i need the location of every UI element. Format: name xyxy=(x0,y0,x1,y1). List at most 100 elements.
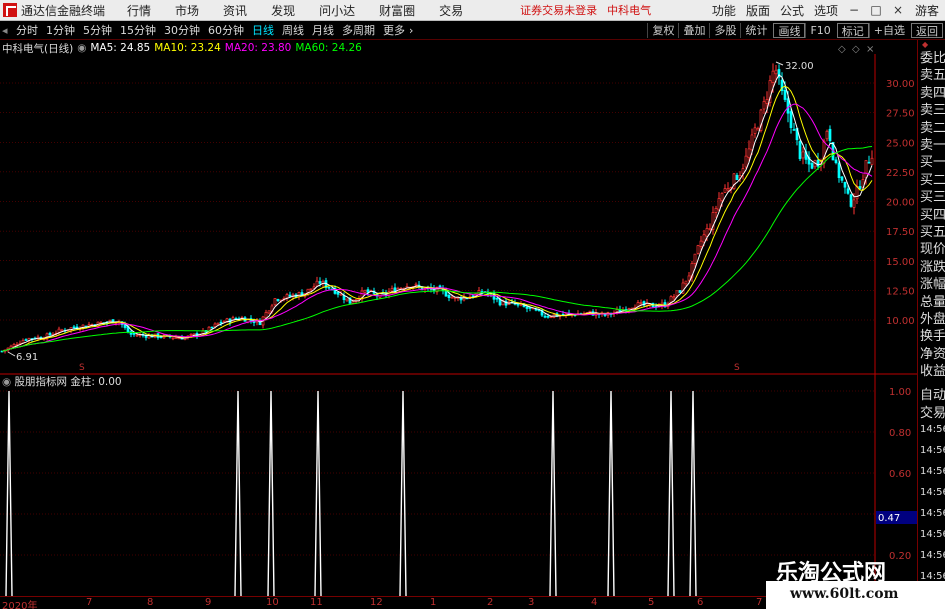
candle-body xyxy=(639,302,643,304)
candle-body xyxy=(549,316,553,318)
multi-stock-button[interactable]: 多股 xyxy=(709,22,740,38)
menu-item-function[interactable]: 功能 xyxy=(707,2,741,19)
price-tick-label: 12.50 xyxy=(886,286,915,297)
quote-field-label: 买二 xyxy=(920,172,945,188)
menu-item-layout[interactable]: 版面 xyxy=(741,2,775,19)
user-label[interactable]: 游客 xyxy=(909,2,945,19)
quote-field-label: 外盘 xyxy=(920,312,945,327)
period-weekly[interactable]: 周线 xyxy=(278,22,308,38)
menu-item-options[interactable]: 选项 xyxy=(809,2,843,19)
mark-button[interactable]: 标记 xyxy=(836,22,869,38)
price-tick-label: 25.00 xyxy=(886,138,915,149)
candle-body xyxy=(696,245,700,254)
close-icon[interactable]: × xyxy=(887,3,909,17)
menu-item-market[interactable]: 市场 xyxy=(163,2,211,19)
adjust-button[interactable]: 复权 xyxy=(647,22,678,38)
candle-body xyxy=(747,148,751,158)
trade-time: 14:56 xyxy=(920,550,945,561)
period-multi[interactable]: 多周期 xyxy=(338,22,379,38)
x-tick-label: 7 xyxy=(86,597,93,608)
period-intraday[interactable]: 分时 xyxy=(12,22,42,38)
golden-bar-spike xyxy=(667,390,675,596)
menu-item-wealth[interactable]: 财富圈 xyxy=(367,2,427,19)
indicator-legend: ◉ 股朋指标网 金柱: 0.00 xyxy=(2,374,122,389)
chart-area[interactable]: 30.00 27.50 25.00 22.50 20.00 17.50 15.00 12.50… xyxy=(0,40,917,596)
period-daily[interactable]: 日线 xyxy=(248,22,278,38)
candle-body xyxy=(672,296,676,299)
candle-body xyxy=(450,296,454,299)
login-notice[interactable]: 证券交易未登录 xyxy=(515,2,602,18)
x-tick-label: 9 xyxy=(205,597,212,608)
golden-bars xyxy=(5,390,697,596)
back-button[interactable]: 返回 xyxy=(911,22,943,38)
sidebar-toggle-icon[interactable]: ◂ xyxy=(0,24,12,37)
period-more[interactable]: 更多 xyxy=(379,22,409,38)
auto-trade-label[interactable]: 自动 xyxy=(920,384,945,403)
menu-item-ask[interactable]: 问小达 xyxy=(307,2,367,19)
period-30min[interactable]: 30分钟 xyxy=(160,22,204,38)
menu-item-trade[interactable]: 交易 xyxy=(427,2,475,19)
event-marker-icon[interactable]: S xyxy=(79,363,85,373)
x-tick-label: 7 xyxy=(756,597,763,608)
candle-body xyxy=(765,99,769,104)
candle-body xyxy=(315,280,319,287)
fullscreen-icon[interactable]: ◇ xyxy=(852,44,860,55)
quote-field-label: 总量 xyxy=(920,294,945,310)
candle-body xyxy=(327,286,331,289)
menu-item-news[interactable]: 资讯 xyxy=(211,2,259,19)
candle-body xyxy=(543,315,547,318)
low-price-pointer xyxy=(7,351,16,357)
add-favorite-button[interactable]: +自选 xyxy=(868,22,909,38)
candle-body xyxy=(24,339,28,341)
minimize-icon[interactable]: − xyxy=(843,3,865,17)
price-legend: 中科电气(日线) ◉ MA5: 24.85 MA10: 23.24 MA20: … xyxy=(2,41,366,55)
price-y-axis: 30.00 27.50 25.00 22.50 20.00 17.50 15.00 12.50… xyxy=(886,79,915,327)
period-60min[interactable]: 60分钟 xyxy=(204,22,248,38)
statistics-button[interactable]: 统计 xyxy=(740,22,771,38)
period-monthly[interactable]: 月线 xyxy=(308,22,338,38)
candle-body xyxy=(171,337,175,340)
ma5-line xyxy=(1,74,873,352)
draw-line-button[interactable]: 画线 xyxy=(773,22,806,38)
indicator-tick-label: 0.20 xyxy=(889,551,911,562)
quote-field-label: 卖五 xyxy=(920,68,945,84)
candle-body xyxy=(390,288,394,292)
more-arrow-icon[interactable]: › xyxy=(409,24,413,37)
indicator-tick-label: 1.00 xyxy=(889,387,911,398)
menu-item-discover[interactable]: 发现 xyxy=(259,2,307,19)
indicator-toggle-icon[interactable]: ◉ xyxy=(2,376,11,388)
menu-bar: 通达信金融终端 行情 市场 资讯 发现 问小达 财富圈 交易 证券交易未登录 中… xyxy=(0,0,945,21)
auto-trade-label[interactable]: 交易 xyxy=(920,402,945,421)
quote-panel: ◆ 委比 卖五 卖四 卖三 卖二 卖一 买一 买二 买三 买四 买五 现价 涨跌 涨幅 总量 外盘 换手 净资 收益… xyxy=(917,40,945,609)
quote-field-label: 买一 xyxy=(920,155,945,171)
candle-body xyxy=(285,294,289,299)
close-panel-icon[interactable]: × xyxy=(866,44,874,55)
candle-body xyxy=(516,303,520,306)
period-15min[interactable]: 15分钟 xyxy=(116,22,160,38)
quote-field-label: 卖四 xyxy=(920,85,945,101)
candle-body xyxy=(786,98,790,114)
candle-body xyxy=(723,188,727,193)
indicator-settings-icon[interactable]: ◉ xyxy=(77,42,86,54)
chart-controls: ◇ ◇ × xyxy=(838,44,874,55)
candle-body xyxy=(837,162,841,178)
period-5min[interactable]: 5分钟 xyxy=(79,22,116,38)
menu-item-formula[interactable]: 公式 xyxy=(775,2,809,19)
quote-field-label: 现价 xyxy=(920,242,945,258)
trade-time: 14:56 xyxy=(920,466,945,477)
quote-field-label: 委比 xyxy=(920,51,945,66)
candle-body xyxy=(546,315,550,318)
diamond-icon[interactable]: ◇ xyxy=(838,44,846,55)
overlay-button[interactable]: 叠加 xyxy=(678,22,709,38)
menu-item-market-quotes[interactable]: 行情 xyxy=(115,2,163,19)
maximize-icon[interactable]: □ xyxy=(865,3,887,17)
candle-body xyxy=(846,188,850,194)
candle-body xyxy=(870,157,874,165)
period-1min[interactable]: 1分钟 xyxy=(42,22,79,38)
app-title: 通达信金融终端 xyxy=(21,3,106,18)
candle-body xyxy=(288,294,292,297)
f10-button[interactable]: F10 xyxy=(805,22,834,38)
event-marker-icon[interactable]: S xyxy=(734,363,740,373)
candle-body xyxy=(834,159,838,164)
indicator-tick-label: 0.80 xyxy=(889,428,911,439)
